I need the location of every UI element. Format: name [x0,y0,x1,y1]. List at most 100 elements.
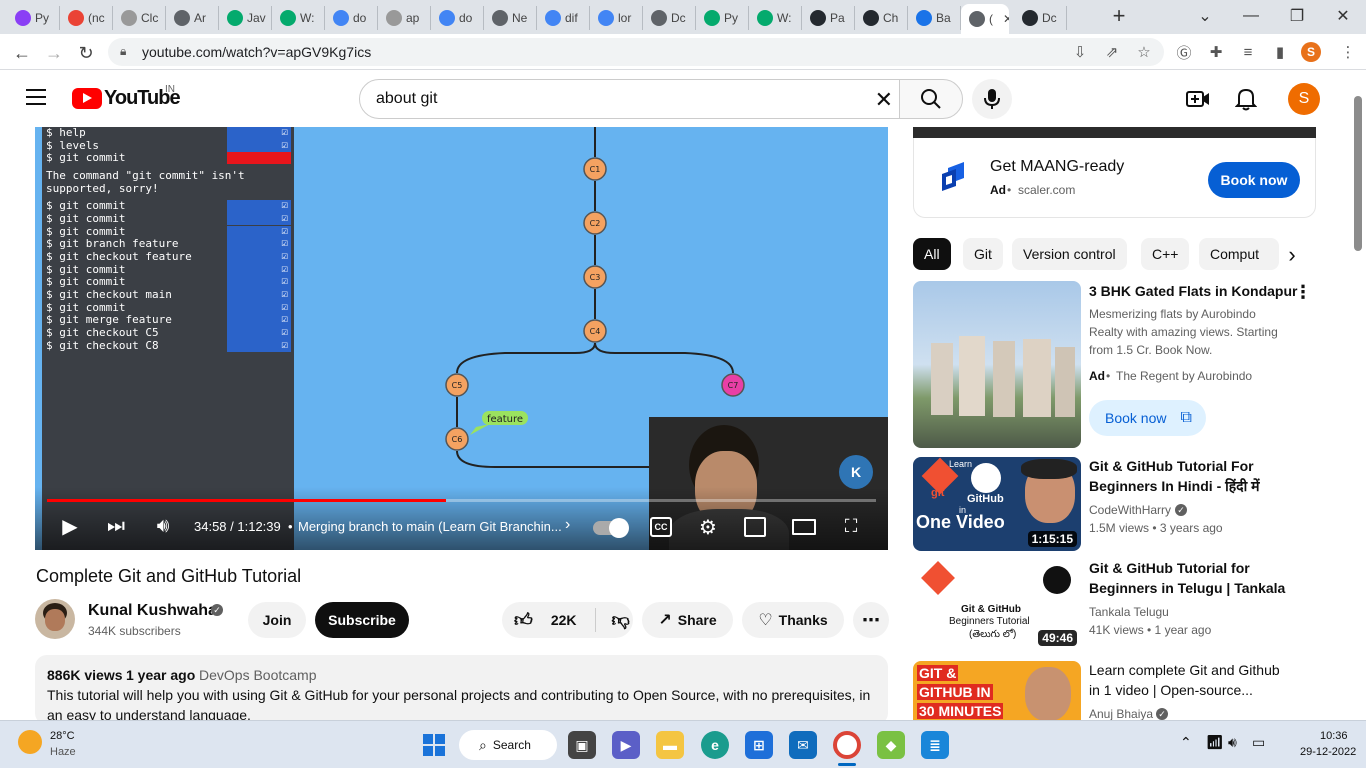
volume-icon[interactable]: 🔊︎ [151,515,175,537]
new-tab-icon[interactable]: + [1104,3,1134,28]
like-icon[interactable]: 👍︎ [514,609,533,631]
ms-store-icon[interactable]: ⊞ [745,731,773,759]
close-tab-icon[interactable]: ✕ [1003,12,1009,26]
back-icon[interactable]: ← [10,41,34,65]
notifications-bell-icon[interactable] [1234,87,1258,111]
next-icon[interactable]: ⏭ [105,515,127,537]
browser-tab[interactable]: lor [590,6,643,30]
mail-icon[interactable]: ✉ [789,731,817,759]
extensions-icon[interactable]: ✚ [1206,42,1226,62]
join-button[interactable]: Join [248,602,306,638]
browser-tab[interactable]: W: [749,6,802,30]
media-control-icon[interactable]: ≡ [1238,42,1258,62]
subscribe-button[interactable]: Subscribe [315,602,409,638]
voice-search-button[interactable] [972,79,1012,119]
play-icon[interactable]: ▶ [59,515,81,538]
browser-tab[interactable]: dif [537,6,590,30]
chapter-title[interactable]: Merging branch to main (Learn Git Branch… [298,519,562,534]
rec-2-title-line-1[interactable]: Git & GitHub Tutorial For [1089,456,1299,476]
ad-title[interactable]: Get MAANG-ready [990,158,1124,176]
browser-tab[interactable]: Ba [908,6,961,30]
browser-tab[interactable]: do [325,6,378,30]
miniplayer-icon[interactable] [744,517,766,537]
browser-tab[interactable]: Py [696,6,749,30]
rec-4-channel[interactable]: Anuj Bhaiya [1089,707,1153,721]
task-view-icon[interactable]: ▣ [568,731,596,759]
tray-overflow-icon[interactable]: ⌃ [1180,734,1192,751]
address-bar[interactable]: 🔒︎ youtube.com/watch?v=apGV9Kg7ics [108,38,1164,66]
rec-3-title-line-1[interactable]: Git & GitHub Tutorial for [1089,558,1299,578]
dislike-icon[interactable]: 👎︎ [612,609,630,631]
ad-banner-image[interactable] [913,127,1316,138]
tray-volume-icon[interactable]: 🔊︎ [1228,734,1237,751]
notepad-icon[interactable]: ≣ [921,731,949,759]
browser-tab[interactable]: Clc [113,6,166,30]
browser-tab[interactable]: Py [7,6,60,30]
video-player[interactable]: $ help$ levels$ git commitThe command "g… [35,127,888,550]
rec-2-thumbnail[interactable]: Learn git GitHub in One Video 1:15:15 [913,457,1081,551]
chip-version-control[interactable]: Version control [1012,238,1127,270]
clock-date[interactable]: 29-12-2022 [1300,746,1356,758]
rec-4-title-line-1[interactable]: Learn complete Git and Github [1089,660,1299,680]
search-input[interactable]: about git ✕ [359,79,900,119]
browser-tab[interactable]: Jav [219,6,272,30]
chip-comput[interactable]: Comput [1199,238,1279,270]
create-video-icon[interactable] [1186,88,1210,110]
clear-search-icon[interactable]: ✕ [875,87,893,113]
reload-icon[interactable]: ↻ [74,41,98,65]
thanks-button[interactable]: ♡ Thanks [742,602,844,638]
browser-menu-icon[interactable]: ⋮ [1338,42,1358,62]
edge-browser-icon[interactable]: e [701,731,729,759]
channel-avatar[interactable] [35,599,75,639]
browser-tab[interactable]: Ne [484,6,537,30]
file-explorer-icon[interactable]: ▬ [656,731,684,759]
browser-tab[interactable]: do [431,6,484,30]
rec-3-channel[interactable]: Tankala Telugu [1089,605,1169,619]
battery-icon[interactable]: ▭ [1252,734,1265,751]
more-actions-icon[interactable]: ⋯ [853,602,889,638]
browser-tab[interactable]: Dc [1014,6,1067,30]
rec-3-title-line-2[interactable]: Beginners in Telugu | Tankala [1089,578,1299,598]
browser-tab[interactable]: W: [272,6,325,30]
browser-tab[interactable]: ap [378,6,431,30]
ad-book-now-button[interactable]: Book now [1208,162,1300,198]
chrome-taskbar-icon[interactable] [833,731,861,759]
browser-tab[interactable]: Ar [166,6,219,30]
rec-2-title-line-2[interactable]: Beginners In Hindi - हिंदी में [1089,476,1299,496]
extension-g-icon[interactable]: Ⓖ [1174,42,1194,62]
share-button[interactable]: ↗ Share [642,602,733,638]
rec-4-title-line-2[interactable]: in 1 video | Open-source... [1089,680,1299,700]
browser-tab[interactable]: (nc [60,6,113,30]
like-count[interactable]: 22K [551,612,577,628]
install-icon[interactable]: ⇩ [1070,42,1090,62]
weather-haze-icon[interactable] [18,730,42,754]
share-page-icon[interactable]: ⇗ [1102,42,1122,62]
browser-tab[interactable]: Dc [643,6,696,30]
top-ad-card[interactable]: Get MAANG-ready Ad • scaler.com Book now [913,138,1316,218]
minimize-icon[interactable]: — [1236,4,1266,28]
windows-start-icon[interactable] [420,731,448,759]
restore-icon[interactable]: ❐ [1282,4,1312,28]
chip-git[interactable]: Git [963,238,1003,270]
rec-1-book-now-button[interactable]: Book now ⧉ [1089,400,1206,436]
browser-tab[interactable]: Pa [802,6,855,30]
profile-avatar[interactable]: S [1301,42,1321,62]
page-scrollbar[interactable] [1354,96,1362,251]
account-avatar[interactable]: S [1288,83,1320,115]
description-box[interactable]: 886K views 1 year ago DevOps Bootcamp Th… [35,655,888,725]
rec-4-thumbnail[interactable]: GIT & GITHUB IN 30 MINUTES [913,661,1081,721]
forward-icon[interactable]: → [42,41,66,65]
search-button[interactable] [899,79,963,119]
browser-tab[interactable]: (✕ [961,4,1009,34]
captions-icon[interactable]: CC [650,517,672,537]
side-panel-icon[interactable]: ▮ [1270,42,1290,62]
browser-tab[interactable]: Ch [855,6,908,30]
progress-bar[interactable] [47,499,876,502]
channel-watermark-icon[interactable]: K [839,455,873,489]
weather-desc[interactable]: Haze [50,746,76,758]
ad-thumbnail[interactable] [913,281,1081,448]
youtube-logo-icon[interactable] [72,88,102,109]
settings-gear-icon[interactable]: ⚙ [696,515,720,539]
rec-1-title[interactable]: 3 BHK Gated Flats in Kondapur [1089,281,1299,301]
rec-1-more-icon[interactable]: ⋮ [1294,282,1312,303]
